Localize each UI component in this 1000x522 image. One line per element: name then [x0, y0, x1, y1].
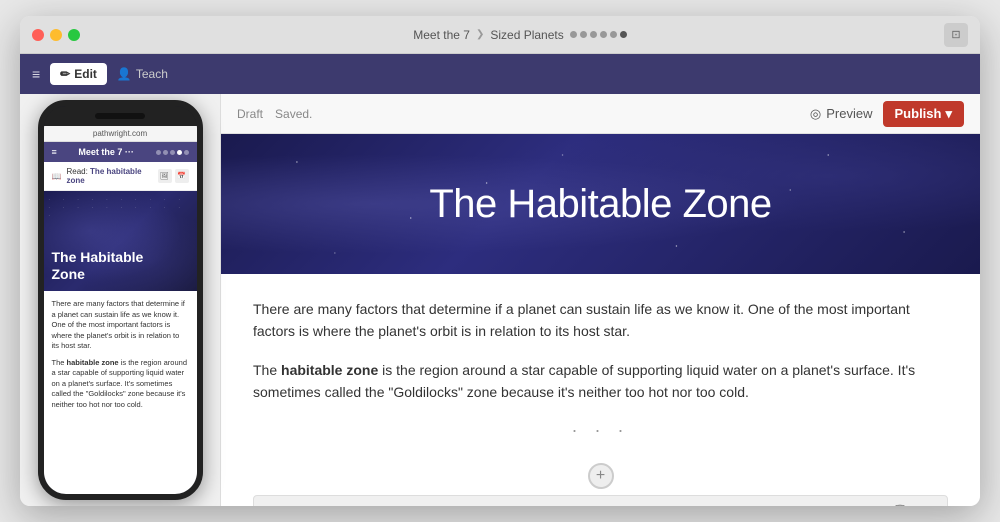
- dot-6: [620, 31, 627, 38]
- preview-label: Preview: [826, 106, 872, 121]
- move-down-button[interactable]: ↓: [837, 500, 859, 506]
- para2-prefix: The: [253, 362, 281, 378]
- notch-bar: [95, 113, 145, 119]
- publish-label: Publish: [895, 106, 942, 121]
- title-right: Sized Planets: [490, 28, 563, 42]
- pencil-icon: ✏: [60, 67, 70, 81]
- dot-2: [580, 31, 587, 38]
- edit-button[interactable]: ✏ ✏ Edit: [50, 63, 107, 85]
- delete-button[interactable]: 🗑: [889, 500, 911, 506]
- pnd-1: [156, 150, 161, 155]
- app-toolbar: ≡ ✏ ✏ Edit 👤 Teach: [20, 54, 980, 94]
- dot-3: [590, 31, 597, 38]
- phone-nav: ≡ Meet the 7 ···: [44, 142, 197, 162]
- add-row-top: +: [253, 457, 948, 495]
- phone-action-1[interactable]: 🖼: [158, 169, 172, 183]
- publish-button[interactable]: Publish ▾: [883, 101, 964, 127]
- expand-icon[interactable]: ⊡: [944, 23, 968, 47]
- chevron-icon: ❯: [476, 29, 484, 40]
- pnd-5: [184, 150, 189, 155]
- chevron-icon: ▾: [323, 504, 329, 506]
- pnd-2: [163, 150, 168, 155]
- title-bar-center: Meet the 7 ❯ Sized Planets: [96, 28, 944, 42]
- phone-notch: [44, 106, 197, 126]
- para2-bold: habitable zone: [281, 362, 378, 378]
- hero-title: The Habitable Zone: [429, 182, 771, 227]
- traffic-lights: [32, 29, 80, 41]
- phone-step-text: Read: The habitable zone: [66, 167, 152, 185]
- dot-4: [600, 31, 607, 38]
- move-up-button[interactable]: ↑: [811, 500, 833, 506]
- editor-toolbar-right: ◎ Preview Publish ▾: [810, 101, 964, 127]
- minimize-button[interactable]: [50, 29, 62, 41]
- phone-step-row: 📖 Read: The habitable zone 🖼 📅: [44, 162, 197, 191]
- dot-5: [610, 31, 617, 38]
- phone-action-2[interactable]: 📅: [175, 169, 189, 183]
- maximize-button[interactable]: [68, 29, 80, 41]
- settings-button[interactable]: ⚙: [915, 500, 937, 506]
- dot-1: [570, 31, 577, 38]
- phone-menu-icon: ≡: [52, 147, 57, 157]
- editor-area: Draft Saved. ◎ Preview Publish ▾: [220, 94, 980, 506]
- chevron-down-icon: ▾: [945, 106, 952, 122]
- phone-step-actions: 🖼 📅: [158, 169, 189, 183]
- mobile-preview: pathwright.com ≡ Meet the 7 ··· 📖: [20, 94, 220, 506]
- saved-label: Saved.: [275, 107, 312, 121]
- draft-label: Draft: [237, 107, 263, 121]
- title-bar: Meet the 7 ❯ Sized Planets ⊡: [20, 16, 980, 54]
- content-area: pathwright.com ≡ Meet the 7 ··· 📖: [20, 94, 980, 506]
- phone-url-bar: pathwright.com: [44, 126, 197, 142]
- menu-icon[interactable]: ≡: [32, 66, 40, 82]
- content-body: There are many factors that determine if…: [221, 274, 980, 506]
- block-toolbar-actions: ↑ ↓ ⧉ 🗑 ⚙: [811, 500, 937, 506]
- browser-window: Meet the 7 ❯ Sized Planets ⊡ ≡ ✏ ✏ Edit …: [20, 16, 980, 506]
- preview-button[interactable]: ◎ Preview: [810, 106, 873, 122]
- content-para2: The habitable zone is the region around …: [253, 359, 933, 404]
- teach-button[interactable]: 👤 Teach: [117, 67, 168, 81]
- title-left: Meet the 7: [413, 28, 470, 42]
- block-toolbar-label: Paragraph ▾: [264, 504, 329, 506]
- phone-frame: pathwright.com ≡ Meet the 7 ··· 📖: [38, 100, 203, 500]
- content-hero[interactable]: The Habitable Zone: [221, 134, 980, 274]
- editor-content: The Habitable Zone There are many factor…: [221, 134, 980, 506]
- phone-nav-title: Meet the 7 ···: [63, 147, 150, 157]
- phone-hero-title: The HabitableZone: [52, 249, 144, 283]
- pnd-4: [177, 150, 182, 155]
- duplicate-button[interactable]: ⧉: [863, 500, 885, 506]
- book-icon: 📖: [52, 172, 62, 181]
- phone-para1: There are many factors that determine if…: [52, 299, 189, 352]
- phone-para2: The habitable zone is the region around …: [52, 358, 189, 411]
- eye-icon: ◎: [810, 106, 821, 122]
- content-para1: There are many factors that determine if…: [253, 298, 933, 343]
- divider-dots: · · ·: [253, 420, 948, 441]
- person-icon: 👤: [117, 67, 132, 81]
- progress-dots: [570, 31, 627, 38]
- phone-body: There are many factors that determine if…: [44, 291, 197, 494]
- close-button[interactable]: [32, 29, 44, 41]
- pnd-3: [170, 150, 175, 155]
- add-block-button-top[interactable]: +: [588, 463, 614, 489]
- editor-toolbar: Draft Saved. ◎ Preview Publish ▾: [221, 94, 980, 134]
- phone-nav-dots: [156, 150, 189, 155]
- block-toolbar: Paragraph ▾ ↑ ↓ ⧉ 🗑 ⚙: [253, 495, 948, 506]
- phone-hero: The HabitableZone: [44, 191, 197, 291]
